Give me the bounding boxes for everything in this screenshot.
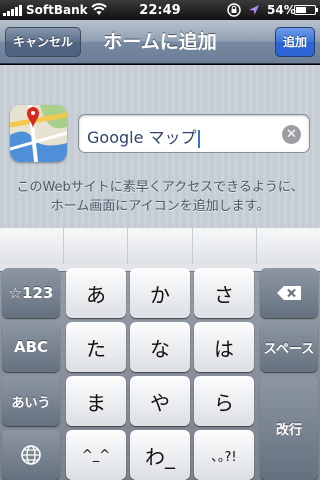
add-button[interactable]: 追加	[274, 27, 315, 57]
key-ta[interactable]: た	[66, 322, 126, 372]
key-ha[interactable]: は	[194, 322, 254, 372]
return-key[interactable]: 改行	[260, 376, 318, 480]
key-kaomoji[interactable]: ^_^	[66, 430, 126, 480]
key-wa[interactable]: わ_	[130, 430, 190, 480]
key-punctuation[interactable]: ､｡?!	[194, 430, 254, 480]
help-text: このWebサイトに素早くアクセスできるように、ホーム画面にアイコンを追加します。	[16, 180, 304, 214]
backspace-key[interactable]	[260, 268, 318, 318]
name-field-value: Google マップ	[87, 124, 200, 148]
candidate-bar	[0, 228, 320, 264]
globe-icon	[21, 445, 41, 465]
navigation-bar: キャンセル ホームに追加 追加	[0, 20, 320, 64]
kana-mode-key[interactable]: あいう	[2, 376, 60, 426]
candidate-cell[interactable]	[0, 228, 65, 264]
add-to-home-panel: Google マップ ✕ このWebサイトに素早くアクセスできるように、ホーム画…	[0, 65, 320, 228]
clear-text-button[interactable]: ✕	[282, 125, 301, 144]
backspace-icon	[277, 286, 301, 300]
number-mode-key[interactable]: ☆123	[2, 268, 60, 318]
rotation-lock-icon	[227, 3, 241, 17]
battery-percent: 54%	[267, 3, 296, 17]
candidate-cell[interactable]	[64, 228, 129, 264]
key-ya[interactable]: や	[130, 376, 190, 426]
space-key[interactable]: スペース	[260, 322, 318, 372]
key-ma[interactable]: ま	[66, 376, 126, 426]
bookmark-name-field[interactable]: Google マップ ✕	[78, 114, 310, 153]
globe-key[interactable]	[2, 430, 60, 480]
key-a[interactable]: あ	[66, 268, 126, 318]
japanese-keyboard: ☆123 あ か さ ABC た な は スペース あいう ま や ら 改行 ^…	[0, 228, 320, 480]
page-title: ホームに追加	[103, 31, 217, 53]
candidate-cell[interactable]	[192, 228, 257, 264]
key-na[interactable]: な	[130, 322, 190, 372]
abc-mode-key[interactable]: ABC	[2, 322, 60, 372]
battery-icon	[294, 5, 318, 15]
cancel-button[interactable]: キャンセル	[5, 27, 82, 57]
location-icon	[249, 5, 259, 15]
status-bar: SoftBank 22:49 54%	[0, 0, 320, 20]
maps-app-icon	[10, 105, 67, 162]
candidate-cell[interactable]	[256, 228, 320, 264]
candidate-cell[interactable]	[128, 228, 193, 264]
key-ka[interactable]: か	[130, 268, 190, 318]
text-caret	[197, 129, 200, 148]
key-sa[interactable]: さ	[194, 268, 254, 318]
key-ra[interactable]: ら	[194, 376, 254, 426]
